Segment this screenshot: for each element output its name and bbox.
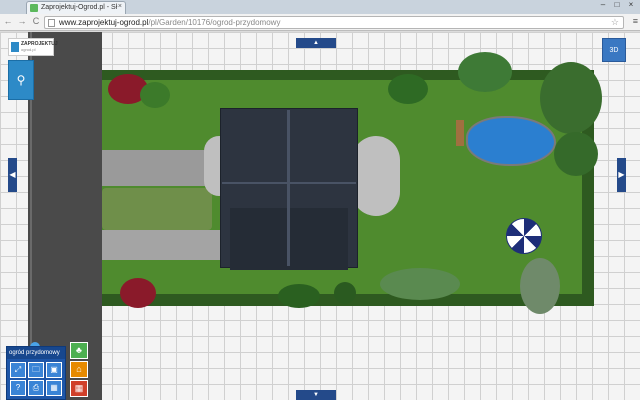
project-name: ogród przydomowy <box>7 347 65 359</box>
plants-button[interactable]: ♣ <box>70 342 88 359</box>
conifer[interactable] <box>520 258 560 314</box>
save-button[interactable]: ▣ <box>46 362 62 378</box>
browser-menu-icon[interactable]: ≡ <box>633 16 638 26</box>
help-button[interactable]: ? <box>10 380 26 396</box>
pond[interactable] <box>466 116 556 166</box>
shrub[interactable] <box>388 74 428 104</box>
reload-icon[interactable]: C <box>30 16 42 26</box>
logo-subtext: ogrod.pl <box>21 47 36 52</box>
export-button[interactable]: ▦ <box>46 380 62 396</box>
shrub[interactable] <box>278 284 320 308</box>
measure-tool-button[interactable]: ⚲ <box>8 60 34 100</box>
maximize-icon[interactable]: □ <box>610 0 624 9</box>
deck[interactable] <box>456 120 464 146</box>
browser-tab-bar: Zaprojektuj-Ogrod.pl - Sł × – □ × <box>0 0 640 14</box>
shrub-group[interactable] <box>380 268 460 300</box>
scroll-down-button[interactable]: ▼ <box>296 390 336 400</box>
page-icon <box>48 19 55 27</box>
tree-large[interactable] <box>540 62 602 134</box>
browser-tab[interactable]: Zaprojektuj-Ogrod.pl - Sł × <box>26 1 126 14</box>
logo-mark-icon <box>11 42 19 52</box>
app-logo[interactable]: ZAPROJEKTUJ ogrod.pl <box>8 38 58 56</box>
garden-path[interactable] <box>102 230 222 260</box>
bookmark-star-icon[interactable]: ☆ <box>611 17 619 28</box>
view-3d-button[interactable]: 3D <box>602 38 626 62</box>
scroll-right-button[interactable]: ▶ <box>617 158 626 192</box>
tab-close-icon[interactable]: × <box>118 3 122 10</box>
forward-icon[interactable]: → <box>16 16 28 26</box>
buildings-button[interactable]: ⌂ <box>70 361 88 378</box>
open-button[interactable]: 🗀 <box>28 362 44 378</box>
favicon-icon <box>30 4 38 12</box>
shrub[interactable] <box>334 282 356 304</box>
project-panel: ogród przydomowy ⤢ 🗀 ▣ ? ⎙ ▦ <box>6 346 66 400</box>
tab-title: Zaprojektuj-Ogrod.pl - Sł <box>41 4 118 11</box>
gravel-right[interactable] <box>352 136 400 216</box>
minimize-icon[interactable]: – <box>596 0 610 9</box>
scroll-up-button[interactable]: ▲ <box>296 38 336 48</box>
roof-ridge <box>287 110 290 266</box>
tree[interactable] <box>458 52 512 92</box>
hedge-top[interactable] <box>102 70 594 80</box>
address-bar[interactable]: www.zaprojektuj-ogrod.pl/pl/Garden/10176… <box>44 16 624 29</box>
url-domain: www.zaprojektuj-ogrod.pl <box>59 18 149 27</box>
panel-buttons: ⤢ 🗀 ▣ ? ⎙ ▦ <box>7 359 65 399</box>
fullscreen-button[interactable]: ⤢ <box>10 362 26 378</box>
scroll-left-button[interactable]: ◀ <box>8 158 17 192</box>
roof-ridge-cross <box>222 182 356 184</box>
flower-bed[interactable] <box>102 188 212 230</box>
garden-canvas[interactable]: ZAPROJEKTUJ ogrod.pl ⚲ 3D ▲ ▼ ◀ ▶ ogród … <box>0 32 640 400</box>
close-window-icon[interactable]: × <box>624 0 638 9</box>
back-icon[interactable]: ← <box>2 16 14 26</box>
garden-umbrella[interactable] <box>506 218 542 254</box>
url-path: /pl/Garden/10176/ogrod-przydomowy <box>148 18 281 27</box>
tree[interactable] <box>554 132 598 176</box>
print-button[interactable]: ⎙ <box>28 380 44 396</box>
shrub-red[interactable] <box>120 278 156 308</box>
paving-button[interactable]: ▦ <box>70 380 88 397</box>
compass-icon: ⚲ <box>16 73 26 87</box>
shrub[interactable] <box>140 82 170 108</box>
category-toolbar: ♣ ⌂ ▦ <box>70 342 88 399</box>
browser-toolbar: ← → C www.zaprojektuj-ogrod.pl/pl/Garden… <box>0 14 640 31</box>
